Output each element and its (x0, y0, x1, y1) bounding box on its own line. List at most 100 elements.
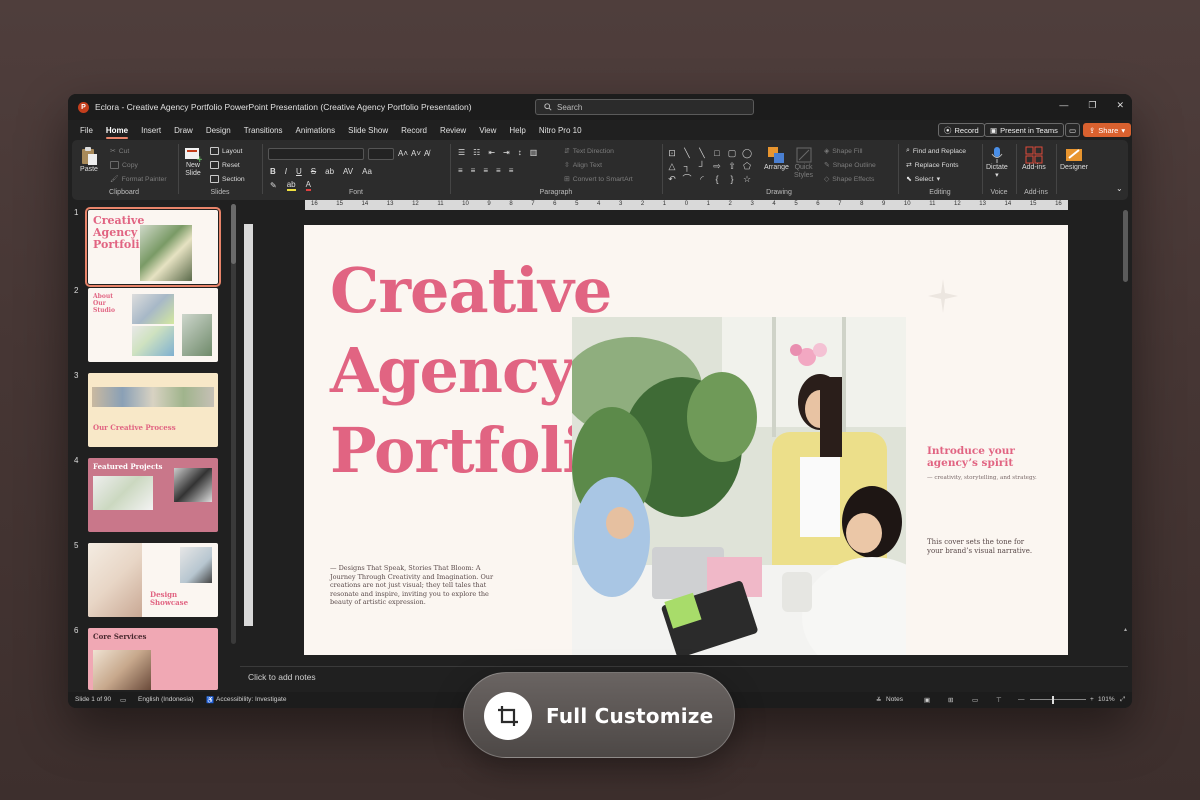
connector-shape-icon[interactable]: ┘ (696, 161, 708, 171)
new-slide-button[interactable]: + New Slide (184, 146, 202, 178)
curve-shape-icon[interactable]: ⌒ (681, 174, 693, 184)
minimize-button[interactable]: — (1059, 100, 1068, 111)
notes-check-icon[interactable]: ▭ (120, 696, 126, 704)
zoom-slider[interactable] (1030, 699, 1086, 700)
brace-shape-icon[interactable]: { (711, 174, 723, 184)
slide-thumbnail-4[interactable]: Featured Projects (88, 458, 218, 532)
rectangle-shape-icon[interactable]: □ (711, 148, 723, 158)
tab-transitions[interactable]: Transitions (244, 126, 283, 135)
font-size-field[interactable] (368, 148, 394, 160)
slide-thumbnail-3[interactable]: Our Creative Process (88, 373, 218, 447)
slide-intro-subtext[interactable]: — creativity, storytelling, and strategy… (927, 475, 1037, 481)
numbering-icon[interactable]: ☷ (473, 148, 480, 157)
notes-toggle[interactable]: Notes (886, 696, 903, 703)
slideshow-icon[interactable]: ⊤ (996, 696, 1002, 704)
present-in-teams-button[interactable]: ▣ Present in Teams (984, 123, 1064, 137)
shapes-gallery[interactable]: ⊡ ╲ ╲ □ ▢ ◯ △ ┐ ┘ ⇨ ⇧ ⬠ ↶ ⌒ ◜{} ☆ (666, 148, 752, 184)
comments-button[interactable]: ▭ (1065, 123, 1081, 137)
align-center-icon[interactable]: ≡ (471, 166, 476, 175)
distributed-icon[interactable]: ≡ (509, 166, 514, 175)
slide-description[interactable]: — Designs That Speak, Stories That Bloom… (330, 564, 495, 607)
strikethrough-button[interactable]: S (311, 167, 316, 176)
section-button[interactable]: Section (210, 175, 245, 183)
line-shape-icon[interactable]: ╲ (696, 148, 708, 158)
arrow-shape-icon[interactable]: ⇧ (726, 161, 738, 171)
slide-canvas[interactable]: Creative Agency Portfolio — Designs That… (304, 225, 1068, 655)
arrange-button[interactable]: Arrange (764, 146, 789, 172)
language-indicator[interactable]: English (Indonesia) (138, 696, 194, 703)
line-shape-icon[interactable]: ╲ (681, 148, 693, 158)
font-size-buttons[interactable]: A˄ A˅ A̸ (398, 149, 429, 158)
text-shadow-button[interactable]: ab (325, 167, 334, 176)
close-button[interactable]: ✕ (1116, 100, 1124, 111)
slide-thumbnail-1[interactable]: Creative Agency Portfolio (85, 207, 221, 287)
tab-review[interactable]: Review (440, 126, 466, 135)
thumbnail-scrollbar[interactable] (231, 204, 236, 644)
align-left-icon[interactable]: ≡ (458, 166, 463, 175)
shape-fill-button[interactable]: ◈ Shape Fill (824, 147, 862, 156)
tab-view[interactable]: View (479, 126, 496, 135)
tab-nitro-pro[interactable]: Nitro Pro 10 (539, 126, 582, 135)
brace-shape-icon[interactable]: } (726, 174, 738, 184)
layout-button[interactable]: Layout (210, 147, 242, 155)
scroll-arrows[interactable]: ▴ (1124, 626, 1127, 633)
tab-file[interactable]: File (80, 126, 93, 135)
dictate-button[interactable]: Dictate ▾ (986, 146, 1008, 180)
character-spacing-button[interactable]: AV (343, 167, 353, 176)
tab-animations[interactable]: Animations (296, 126, 336, 135)
slide-photo-team-meeting[interactable] (572, 317, 906, 655)
tab-insert[interactable]: Insert (141, 126, 161, 135)
reset-button[interactable]: Reset (210, 161, 240, 169)
format-painter-button[interactable]: 🖌 Format Painter (110, 175, 167, 184)
arrow-shape-icon[interactable]: ⇨ (711, 161, 723, 171)
tab-slide-show[interactable]: Slide Show (348, 126, 388, 135)
shape-effects-button[interactable]: ◇ Shape Effects (824, 175, 874, 184)
star-shape-icon[interactable]: ☆ (741, 174, 753, 184)
italic-button[interactable]: I (285, 167, 287, 176)
line-spacing-icon[interactable]: ↕ (518, 148, 522, 157)
zoom-in-button[interactable]: + (1090, 696, 1094, 703)
ribbon-collapse-button[interactable]: ⌄ (1116, 184, 1123, 193)
align-text-button[interactable]: ⇳ Align Text (564, 161, 602, 170)
font-name-field[interactable] (268, 148, 364, 160)
shape-outline-button[interactable]: ✎ Shape Outline (824, 161, 876, 170)
slide-scrollbar-thumb[interactable] (1123, 210, 1128, 282)
tab-help[interactable]: Help (509, 126, 525, 135)
replace-fonts-button[interactable]: ⇄ Replace Fonts (906, 161, 959, 170)
thumbnail-scrollbar-thumb[interactable] (231, 204, 236, 264)
addins-button[interactable]: Add-ins (1022, 146, 1046, 172)
freeform-shape-icon[interactable]: ↶ (666, 174, 678, 184)
tab-home[interactable]: Home (105, 126, 129, 139)
convert-smartart-button[interactable]: ⊞ Convert to SmartArt (564, 175, 633, 184)
quick-styles-button[interactable]: Quick Styles (794, 146, 813, 180)
columns-icon[interactable]: ▥ (530, 148, 538, 157)
search-box[interactable]: Search (535, 99, 754, 115)
cut-button[interactable]: ✂ Cut (110, 147, 129, 156)
restore-button[interactable]: ❐ (1088, 100, 1096, 111)
triangle-shape-icon[interactable]: △ (666, 161, 678, 171)
designer-button[interactable]: Designer (1060, 146, 1088, 172)
normal-view-icon[interactable]: ▣ (924, 696, 930, 704)
tab-record[interactable]: Record (401, 126, 427, 135)
tab-draw[interactable]: Draw (174, 126, 193, 135)
slide-sorter-icon[interactable]: ⊞ (948, 696, 953, 704)
share-button[interactable]: ⇪ Share ▾ (1083, 123, 1132, 137)
increase-indent-icon[interactable]: ⇥ (503, 148, 510, 157)
slide-thumbnail-6[interactable]: Core Services (88, 628, 218, 690)
record-button[interactable]: ⦿ Record (938, 123, 985, 137)
copy-button[interactable]: Copy (110, 161, 138, 169)
paste-button[interactable]: Paste (80, 146, 98, 174)
arc-shape-icon[interactable]: ◜ (696, 174, 708, 184)
accessibility-status[interactable]: Accessibility: Investigate (216, 696, 286, 703)
zoom-slider-thumb[interactable] (1052, 696, 1054, 704)
text-direction-button[interactable]: ⇵ Text Direction (564, 147, 614, 156)
bullets-icon[interactable]: ☰ (458, 148, 465, 157)
bold-button[interactable]: B (270, 167, 276, 176)
change-case-button[interactable]: Aa (362, 167, 372, 176)
notes-toggle-icon[interactable]: ≚ (876, 696, 881, 704)
slide-thumbnail-2[interactable]: About Our Studio (88, 288, 218, 362)
tab-design[interactable]: Design (206, 126, 231, 135)
find-replace-button[interactable]: ⌕ Find and Replace (906, 147, 966, 155)
reading-view-icon[interactable]: ▭ (972, 696, 978, 704)
underline-button[interactable]: U (296, 167, 302, 176)
